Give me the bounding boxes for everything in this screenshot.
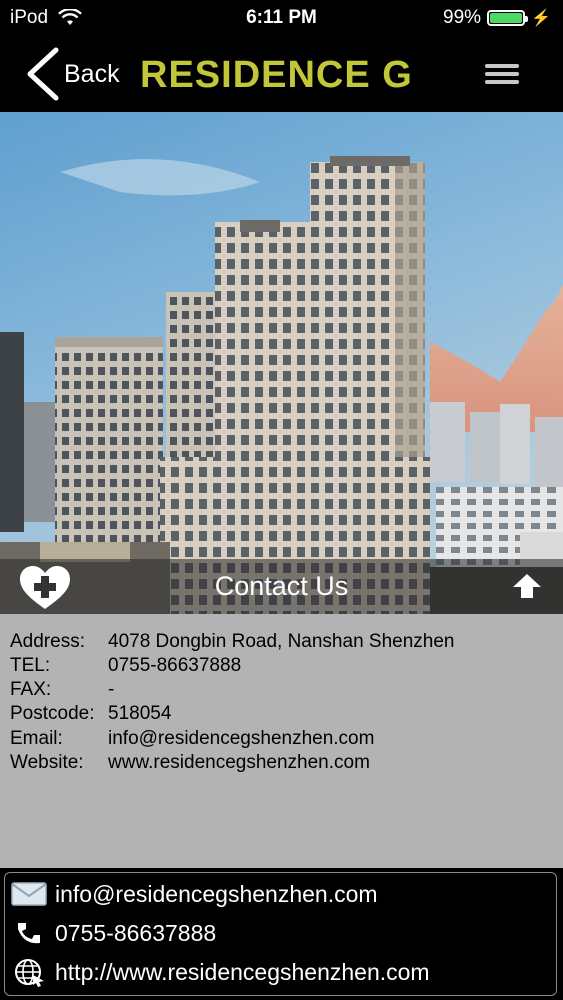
info-label: Address: xyxy=(10,631,85,652)
phone-link[interactable]: 0755-86637888 xyxy=(5,914,558,952)
back-button[interactable]: Back xyxy=(22,46,120,102)
status-right: 99% ⚡ xyxy=(443,7,551,29)
info-value: - xyxy=(108,679,115,700)
info-label: TEL: xyxy=(10,655,51,676)
info-row-website: Website: www.residencegshenzhen.com xyxy=(10,751,370,775)
chevron-left-icon xyxy=(27,47,59,101)
battery-nub xyxy=(525,16,529,22)
email-link-text: info@residencegshenzhen.com xyxy=(55,880,378,907)
website-link-text: http://www.residencegshenzhen.com xyxy=(55,958,430,985)
phone-link-text: 0755-86637888 xyxy=(55,919,217,946)
page-title: RESIDENCE G xyxy=(140,54,413,96)
info-value: info@residencegshenzhen.com xyxy=(108,728,375,749)
contact-bar: Contact Us xyxy=(0,559,563,614)
email-link[interactable]: info@residencegshenzhen.com xyxy=(5,875,558,913)
battery-icon xyxy=(487,10,529,26)
battery-fill xyxy=(490,13,522,23)
hamburger-menu-icon xyxy=(485,64,519,68)
quick-contact-panel: info@residencegshenzhen.com 0755-8663788… xyxy=(4,872,557,996)
up-arrow-icon[interactable] xyxy=(511,572,543,600)
menu-line xyxy=(485,80,519,84)
info-row-postcode: Postcode: 518054 xyxy=(10,702,171,726)
website-link[interactable]: http://www.residencegshenzhen.com xyxy=(5,953,558,991)
back-label: Back xyxy=(64,59,120,88)
envelope-icon xyxy=(9,879,49,909)
info-label: Website: xyxy=(10,752,84,773)
building-photo xyxy=(0,112,563,614)
info-label: Postcode: xyxy=(10,703,95,724)
nav-bar: Back RESIDENCE G xyxy=(0,36,563,112)
menu-button[interactable] xyxy=(485,64,519,86)
info-row-address: Address: 4078 Dongbin Road, Nanshan Shenz… xyxy=(10,630,455,654)
globe-icon xyxy=(9,957,49,987)
bolt-icon: ⚡ xyxy=(531,10,551,27)
info-row-email: Email: info@residencegshenzhen.com xyxy=(10,727,374,751)
info-value: 518054 xyxy=(108,703,172,724)
menu-line xyxy=(485,72,519,76)
info-value: 0755-86637888 xyxy=(108,655,242,676)
contact-info-section: Address: 4078 Dongbin Road, Nanshan Shenz… xyxy=(0,614,563,868)
info-label: Email: xyxy=(10,728,63,749)
info-value: 4078 Dongbin Road, Nanshan Shenzhen xyxy=(108,631,455,652)
status-bar: iPod 6:11 PM 99% ⚡ xyxy=(0,0,563,36)
phone-icon xyxy=(9,918,49,948)
info-value: www.residencegshenzhen.com xyxy=(108,752,370,773)
info-row-tel: TEL: 0755-86637888 xyxy=(10,654,241,678)
contact-us-title: Contact Us xyxy=(214,571,349,601)
info-row-fax: FAX: - xyxy=(10,678,114,702)
hero-image: Contact Us xyxy=(0,112,563,614)
info-label: FAX: xyxy=(10,679,52,700)
battery-percent: 99% xyxy=(443,7,482,28)
